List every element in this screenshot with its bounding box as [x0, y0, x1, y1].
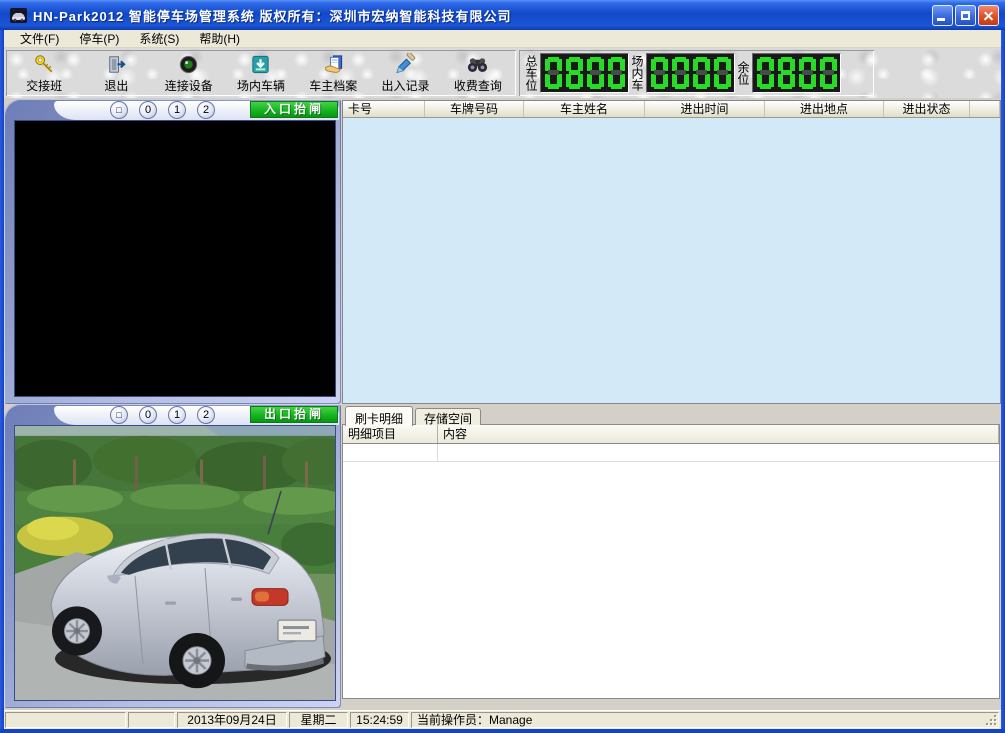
menu-parking[interactable]: 停车(P): [69, 29, 129, 48]
column-inout-location[interactable]: 进出地点: [765, 101, 884, 117]
maximize-icon: [961, 11, 970, 20]
led-display-total: [540, 53, 629, 93]
exit-channel-0-button[interactable]: 0: [139, 406, 157, 424]
entrance-camera-panel: □ 0 1 2 入口抬闸: [4, 99, 341, 404]
detail-tabs: 刷卡明细 存储空间: [342, 405, 1001, 425]
owner-files-button[interactable]: 车主档案: [297, 52, 369, 94]
led-group-free-spaces: 余位: [735, 53, 841, 93]
minimize-icon: [937, 18, 945, 21]
title-bar: HN-Park2012 智能停车场管理系统 版权所有：深圳市宏纳智能科技有限公司: [0, 0, 1005, 30]
entrance-channel-1-button[interactable]: 1: [168, 101, 186, 119]
exit-channel-stop-button[interactable]: □: [110, 406, 128, 424]
column-inout-status[interactable]: 进出状态: [884, 101, 970, 117]
records-brush-icon: [394, 53, 417, 76]
entrance-channel-stop-button[interactable]: □: [110, 101, 128, 119]
column-filler: [970, 101, 1000, 117]
fee-query-button[interactable]: 收费查询: [442, 52, 514, 94]
exit-button[interactable]: 退出: [80, 52, 152, 94]
lens-icon: [177, 53, 200, 76]
maximize-button[interactable]: [955, 5, 976, 26]
menu-file[interactable]: 文件(F): [10, 29, 69, 48]
detail-tab-content: 明细项目 内容: [342, 424, 1000, 699]
toolbar-button-group: 交接班 退出 连接设备: [6, 50, 516, 96]
status-operator: 当前操作员：Manage: [411, 712, 999, 728]
status-panel-1: [5, 712, 126, 728]
main-area: □ 0 1 2 入口抬闸 □ 0 1 2 出口抬闸: [4, 98, 1001, 710]
inside-cars-icon: [249, 53, 272, 76]
exit-camera-panel: □ 0 1 2 出口抬闸: [4, 404, 341, 708]
column-detail-item[interactable]: 明细项目: [343, 425, 438, 443]
exit-door-icon: [105, 53, 128, 76]
column-plate-number[interactable]: 车牌号码: [425, 101, 524, 117]
tab-card-detail[interactable]: 刷卡明细: [345, 406, 413, 426]
records-table-header: 卡号 车牌号码 车主姓名 进出时间 进出地点 进出状态: [343, 101, 1000, 118]
window-border-right: [1001, 30, 1005, 729]
entrance-gate-open-button[interactable]: 入口抬闸: [250, 101, 338, 118]
led-label-total: 总车位: [524, 55, 539, 91]
close-button[interactable]: [978, 5, 999, 26]
entrance-channel-buttons: □ 0 1 2: [110, 101, 215, 119]
detail-table-header: 明细项目 内容: [343, 425, 999, 444]
led-group-cars-inside: 场内车: [629, 53, 735, 93]
tab-storage-space[interactable]: 存储空间: [415, 408, 481, 425]
entrance-channel-0-button[interactable]: 0: [139, 101, 157, 119]
led-display-free: [752, 53, 841, 93]
window-border-bottom: [0, 729, 1005, 733]
resize-grip[interactable]: [985, 714, 997, 726]
status-date: 2013年09月24日: [177, 712, 287, 728]
exit-channel-1-button[interactable]: 1: [168, 406, 186, 424]
detail-panel: 刷卡明细 存储空间 明细项目 内容: [342, 405, 1001, 701]
connect-device-button[interactable]: 连接设备: [153, 52, 225, 94]
exit-camera-feed: [14, 425, 336, 701]
led-counter-panel: 总车位 场内车 余位: [519, 50, 874, 96]
entrance-channel-2-button[interactable]: 2: [197, 101, 215, 119]
column-inout-time[interactable]: 进出时间: [645, 101, 765, 117]
status-time: 15:24:59: [350, 712, 409, 728]
shift-change-button[interactable]: 交接班: [8, 52, 80, 94]
entrance-camera-feed: [14, 120, 336, 397]
column-card-number[interactable]: 卡号: [343, 101, 425, 117]
led-label-free: 余位: [736, 61, 751, 85]
records-table: 卡号 车牌号码 车主姓名 进出时间 进出地点 进出状态: [342, 100, 1001, 404]
app-car-icon: [10, 8, 27, 23]
column-detail-content[interactable]: 内容: [438, 425, 999, 443]
menu-system[interactable]: 系统(S): [129, 29, 189, 48]
owner-files-icon: [322, 53, 345, 76]
key-icon: [33, 53, 56, 76]
app-window: HN-Park2012 智能停车场管理系统 版权所有：深圳市宏纳智能科技有限公司…: [0, 0, 1005, 733]
window-title: HN-Park2012 智能停车场管理系统 版权所有：深圳市宏纳智能科技有限公司: [33, 6, 511, 25]
column-owner-name[interactable]: 车主姓名: [524, 101, 645, 117]
exit-gate-open-button[interactable]: 出口抬闸: [250, 406, 338, 423]
status-panel-2: [128, 712, 175, 728]
led-display-inside: [646, 53, 735, 93]
led-label-inside: 场内车: [630, 55, 645, 91]
status-weekday: 星期二: [289, 712, 348, 728]
led-group-total-spaces: 总车位: [523, 53, 629, 93]
menu-help[interactable]: 帮助(H): [189, 29, 250, 48]
exit-camera-photo: [15, 426, 335, 700]
cars-inside-button[interactable]: 场内车辆: [225, 52, 297, 94]
exit-channel-2-button[interactable]: 2: [197, 406, 215, 424]
in-out-records-button[interactable]: 出入记录: [369, 52, 441, 94]
minimize-button[interactable]: [932, 5, 953, 26]
exit-channel-buttons: □ 0 1 2: [110, 406, 215, 424]
menu-bar: 文件(F) 停车(P) 系统(S) 帮助(H): [4, 30, 1001, 48]
status-bar: 2013年09月24日 星期二 15:24:59 当前操作员：Manage: [4, 710, 1001, 729]
binoculars-icon: [466, 53, 489, 76]
toolbar: 交接班 退出 连接设备: [4, 48, 1001, 98]
detail-table-row: [343, 444, 999, 462]
